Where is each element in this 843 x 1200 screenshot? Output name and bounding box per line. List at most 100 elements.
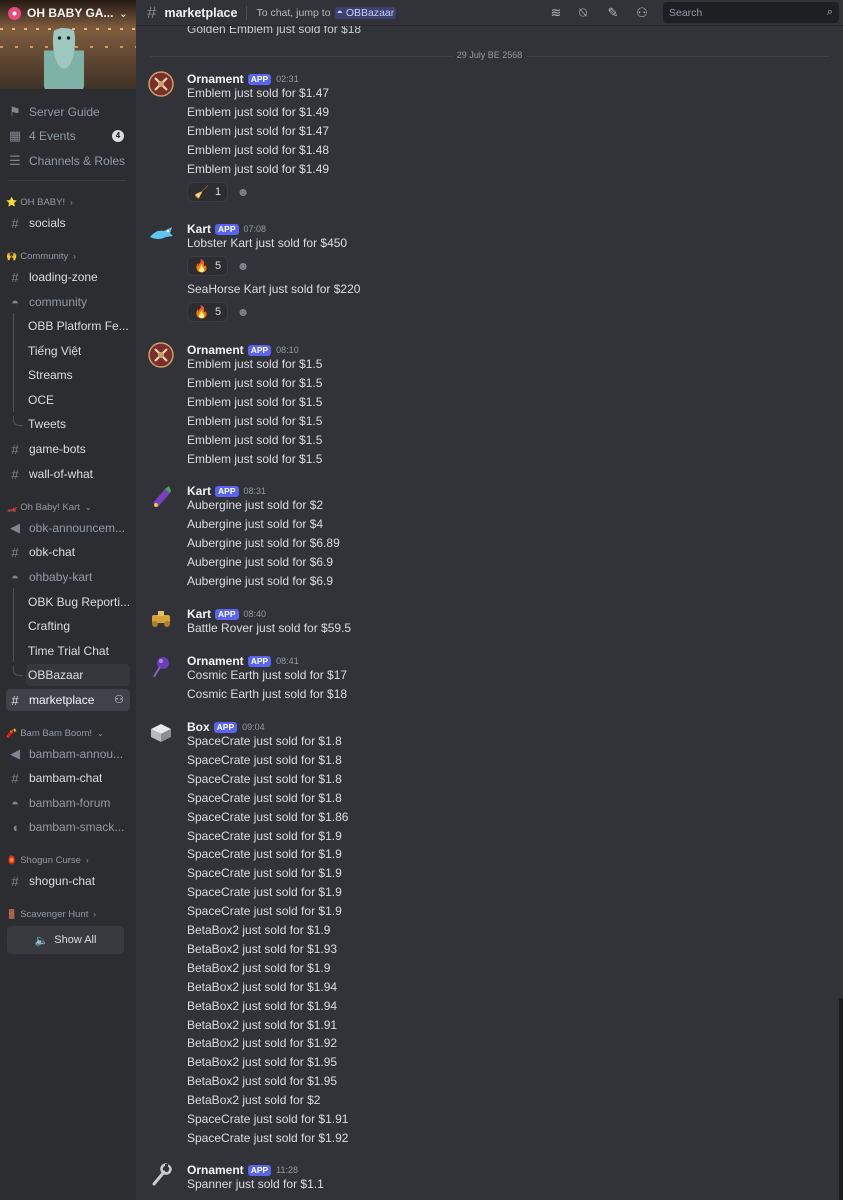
- search-input[interactable]: Search ⌕: [663, 2, 839, 23]
- channel-bambam-smack[interactable]: ◖ bambam-smack...: [6, 816, 130, 838]
- reactions: 🔥 5 ☻: [187, 302, 253, 322]
- thread-streams[interactable]: Streams: [26, 364, 130, 386]
- server-title-row[interactable]: OH BABY GA... ⌄: [0, 0, 136, 26]
- chevron-right-icon: ›: [70, 198, 73, 207]
- mute-bell-icon[interactable]: ⍉: [574, 4, 592, 22]
- forum-icon: ◓: [11, 795, 19, 811]
- message-line: SpaceCrate just sold for $1.9: [187, 847, 342, 862]
- channel-bambam-forum[interactable]: ◓ bambam-forum: [6, 792, 130, 814]
- channel-marketplace[interactable]: # marketplace ⚇: [6, 689, 130, 711]
- threads-icon[interactable]: ≋: [547, 4, 565, 22]
- channel-loading-zone[interactable]: # loading-zone: [6, 266, 130, 288]
- app-badge: APP: [247, 73, 272, 85]
- message-line: SpaceCrate just sold for $1.8: [187, 752, 342, 767]
- category-shogun-curse[interactable]: 🏮 Shogun Curse ›: [6, 855, 89, 866]
- box-crate-avatar[interactable]: [148, 719, 174, 745]
- ornament-cosmic-avatar[interactable]: [148, 653, 174, 679]
- message-line: Aubergine just sold for $6.9: [187, 555, 334, 569]
- fire-icon: 🔥: [194, 259, 209, 273]
- channel-bambam-chat[interactable]: # bambam-chat: [6, 767, 130, 789]
- message-line: BetaBox2 just sold for $1.94: [187, 998, 338, 1013]
- thread-oce[interactable]: OCE: [26, 389, 130, 411]
- thread-obbazaar[interactable]: OBBazaar: [26, 664, 130, 686]
- thread-crafting[interactable]: Crafting: [26, 615, 130, 637]
- message-line: Aubergine just sold for $6.9: [187, 574, 334, 588]
- channel-obk-chat[interactable]: # obk-chat: [6, 541, 130, 563]
- message-list[interactable]: Golden Emblem just sold for $18 29 July …: [136, 26, 843, 1200]
- category-label: Community: [20, 251, 69, 262]
- category-label: Bam Bam Boom!: [20, 728, 93, 739]
- hash-icon: #: [11, 692, 19, 708]
- server-banner[interactable]: OH BABY GA... ⌄: [0, 0, 136, 89]
- hash-icon: #: [11, 269, 19, 285]
- calendar-icon: ▦: [8, 128, 22, 143]
- category-oh-baby-kart[interactable]: 🏎️ Oh Baby! Kart ⌄: [6, 502, 92, 513]
- sidebar-item-channels-roles[interactable]: ☰ Channels & Roles: [6, 150, 130, 172]
- message-line: Cosmic Earth just sold for $17: [187, 668, 348, 682]
- sidebar-divider: [8, 180, 126, 181]
- thread-tree-end: [13, 416, 23, 426]
- kart-rover-avatar[interactable]: [148, 606, 174, 632]
- channel-ohbaby-kart[interactable]: ◓ ohbaby-kart: [6, 566, 130, 588]
- reaction-fire[interactable]: 🔥 5: [187, 256, 229, 276]
- message-line: Spanner just sold for $1.1: [187, 1177, 324, 1191]
- channel-label: bambam-annou...: [29, 747, 124, 761]
- reaction-count: 5: [214, 306, 222, 318]
- add-reaction-icon[interactable]: ☻: [233, 302, 253, 322]
- channel-socials[interactable]: # socials: [6, 212, 130, 234]
- thread-tree-line: [13, 313, 23, 412]
- server-flower-icon: [8, 6, 21, 20]
- ornament-spanner-avatar[interactable]: [148, 1162, 174, 1188]
- add-member-icon[interactable]: ⚇: [114, 693, 124, 706]
- ornament-bot-avatar[interactable]: [148, 71, 174, 97]
- scrollbar-thumb[interactable]: [839, 998, 843, 1200]
- thread-obb-platform[interactable]: OBB Platform Fe...: [26, 315, 130, 337]
- app-badge: APP: [247, 344, 272, 356]
- sidebar-item-events[interactable]: ▦ 4 Events 4: [6, 125, 130, 147]
- thread-obk-bug[interactable]: OBK Bug Reporti...: [26, 591, 130, 613]
- message-line: BetaBox2 just sold for $1.95: [187, 1074, 338, 1089]
- thread-tweets[interactable]: Tweets: [26, 413, 130, 435]
- star-icon: ⭐: [6, 197, 18, 207]
- thread-label: OCE: [28, 393, 55, 407]
- message-line: BetaBox2 just sold for $1.94: [187, 979, 338, 994]
- message-line: SpaceCrate just sold for $1.9: [187, 904, 342, 919]
- pin-icon[interactable]: ✎: [604, 4, 622, 22]
- members-icon[interactable]: ⚇: [633, 4, 651, 22]
- chevron-down-icon: ⌄: [97, 729, 104, 738]
- kart-lobster-avatar[interactable]: [148, 221, 174, 247]
- category-bam-bam-boom[interactable]: 🧨 Bam Bam Boom! ⌄: [6, 728, 104, 739]
- reaction-count: 1: [214, 186, 222, 198]
- ornament-bot-avatar[interactable]: [148, 342, 174, 368]
- message-line: Emblem just sold for $1.5: [187, 357, 323, 371]
- category-label: OH BABY!: [20, 197, 66, 208]
- reaction-fire[interactable]: 🔥 5: [187, 302, 229, 322]
- channel-obk-announcements[interactable]: ◀ obk-announcem...: [6, 517, 130, 539]
- message-line: Aubergine just sold for $2: [187, 498, 324, 512]
- thread-time-trial[interactable]: Time Trial Chat: [26, 640, 130, 662]
- reaction-broom[interactable]: 🧹 1: [187, 182, 229, 202]
- channel-game-bots[interactable]: # game-bots: [6, 438, 130, 460]
- fire-icon: 🔥: [194, 305, 209, 319]
- channel-wall-of-what[interactable]: # wall-of-what: [6, 463, 130, 485]
- sidebar-item-label: 4 Events: [29, 129, 76, 143]
- sidebar-item-server-guide[interactable]: ⚑ Server Guide: [6, 101, 130, 123]
- channel-shogun-chat[interactable]: # shogun-chat: [6, 870, 130, 892]
- channel-mention-link[interactable]: ◓ OBBazaar: [334, 6, 397, 19]
- add-reaction-icon[interactable]: ☻: [233, 256, 253, 276]
- message-line: Aubergine just sold for $6.89: [187, 536, 340, 550]
- hash-icon: #: [147, 2, 157, 22]
- message-line: Emblem just sold for $1.5: [187, 376, 323, 390]
- category-community[interactable]: 🙌 Community ›: [6, 251, 76, 262]
- add-reaction-icon[interactable]: ☻: [233, 182, 253, 202]
- channel-community[interactable]: ◓ community: [6, 291, 130, 313]
- kart-aubergine-avatar[interactable]: [148, 483, 174, 509]
- category-oh-baby[interactable]: ⭐ OH BABY! ›: [6, 197, 73, 208]
- chevron-down-icon[interactable]: ⌄: [119, 7, 128, 20]
- category-scavenger-hunt[interactable]: 🚪 Scavenger Hunt ›: [6, 909, 96, 920]
- show-all-button[interactable]: 🔈 Show All: [7, 926, 124, 954]
- message-line: SpaceCrate just sold for $1.8: [187, 790, 342, 805]
- message-line: SpaceCrate just sold for $1.8: [187, 734, 342, 748]
- thread-tieng-viet[interactable]: Tiếng Việt: [26, 340, 130, 362]
- channel-bambam-announcements[interactable]: ◀ bambam-annou...: [6, 743, 130, 765]
